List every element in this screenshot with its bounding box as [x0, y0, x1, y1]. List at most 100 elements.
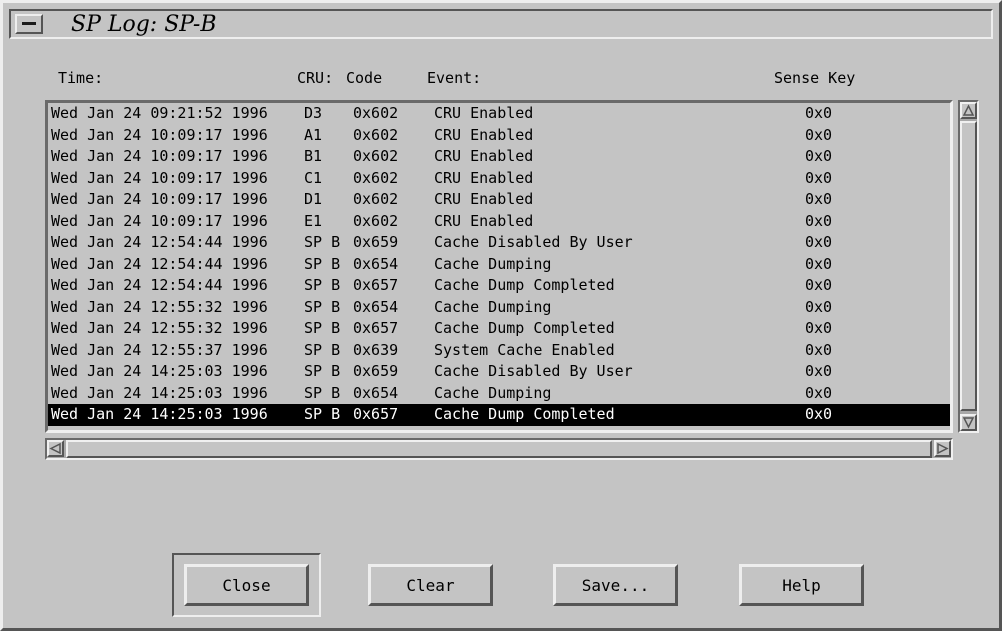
column-header-time: Time: — [58, 69, 104, 87]
window-title: SP Log: SP-B — [71, 12, 217, 37]
log-cell-time: Wed Jan 24 12:54:44 1996 — [51, 276, 268, 294]
log-list[interactable]: Wed Jan 24 09:21:52 1996 D3 0x602 CRU Enabl… — [45, 100, 953, 433]
horizontal-scrollbar[interactable] — [45, 438, 953, 460]
log-cell-cru: SP B — [304, 362, 341, 380]
log-cell-event: CRU Enabled — [434, 125, 534, 144]
log-cell-event: Cache Disabled By User — [434, 362, 633, 380]
log-cell-time: Wed Jan 24 14:25:03 1996 — [51, 405, 268, 423]
log-cell-time: Wed Jan 24 12:54:44 1996 — [51, 254, 268, 273]
log-cell-time: Wed Jan 24 14:25:03 1996 — [51, 383, 268, 402]
log-cell-sense: 0x0 — [805, 233, 833, 251]
log-cell-cru: C1 — [304, 168, 323, 187]
column-header-sense-key: Sense Key — [774, 69, 856, 87]
log-row[interactable]: Wed Jan 24 14:25:03 1996 SP B 0x657 Cache D… — [48, 404, 950, 426]
log-cell-cru: B1 — [304, 147, 323, 165]
log-cell-cru: A1 — [304, 125, 323, 144]
log-cell-time: Wed Jan 24 14:25:03 1996 — [51, 362, 268, 380]
log-row[interactable]: Wed Jan 24 10:09:17 1996 A1 0x602 CRU Enabl… — [48, 125, 950, 147]
log-row[interactable]: Wed Jan 24 14:25:03 1996 SP B 0x654 Cache D… — [48, 383, 950, 405]
log-cell-cru: SP B — [304, 233, 341, 251]
log-cell-event: Cache Disabled By User — [434, 233, 633, 251]
log-cell-code: 0x602 — [353, 168, 399, 187]
log-cell-sense: 0x0 — [805, 254, 833, 273]
log-cell-code: 0x639 — [353, 340, 399, 359]
log-cell-time: Wed Jan 24 09:21:52 1996 — [51, 104, 268, 122]
arrow-right-icon[interactable] — [934, 440, 951, 457]
log-row[interactable]: Wed Jan 24 12:54:44 1996 SP B 0x654 Cache D… — [48, 254, 950, 276]
log-cell-code: 0x654 — [353, 254, 399, 273]
help-button[interactable]: Help — [739, 564, 864, 606]
log-cell-code: 0x602 — [353, 104, 399, 122]
log-cell-cru: SP B — [304, 383, 341, 402]
arrow-up-icon[interactable] — [960, 102, 977, 119]
log-row[interactable]: Wed Jan 24 10:09:17 1996 D1 0x602 CRU Enabl… — [48, 189, 950, 211]
log-cell-cru: SP B — [304, 254, 341, 273]
log-row[interactable]: Wed Jan 24 09:21:52 1996 D3 0x602 CRU Enabl… — [48, 103, 950, 125]
log-cell-time: Wed Jan 24 12:55:32 1996 — [51, 297, 268, 316]
log-cell-event: Cache Dump Completed — [434, 405, 615, 423]
log-cell-code: 0x654 — [353, 383, 399, 402]
log-cell-sense: 0x0 — [805, 211, 833, 230]
title-bar[interactable]: SP Log: SP-B — [9, 9, 993, 39]
log-cell-cru: SP B — [304, 276, 341, 294]
column-header-code: Code — [346, 69, 383, 87]
log-cell-time: Wed Jan 24 10:09:17 1996 — [51, 168, 268, 187]
log-cell-code: 0x602 — [353, 211, 399, 230]
column-header-event: Event: — [427, 69, 482, 87]
log-cell-time: Wed Jan 24 10:09:17 1996 — [51, 211, 268, 230]
log-cell-code: 0x654 — [353, 297, 399, 316]
log-cell-sense: 0x0 — [805, 125, 833, 144]
log-cell-time: Wed Jan 24 10:09:17 1996 — [51, 125, 268, 144]
log-cell-sense: 0x0 — [805, 405, 833, 423]
log-cell-sense: 0x0 — [805, 297, 833, 316]
log-cell-event: CRU Enabled — [434, 147, 534, 165]
log-cell-sense: 0x0 — [805, 319, 833, 337]
vertical-scroll-thumb[interactable] — [960, 121, 977, 411]
window-menu-icon[interactable] — [15, 14, 43, 34]
log-cell-sense: 0x0 — [805, 383, 833, 402]
arrow-down-icon[interactable] — [960, 414, 977, 431]
log-row[interactable]: Wed Jan 24 12:54:44 1996 SP B 0x657 Cache D… — [48, 275, 950, 297]
log-cell-cru: D3 — [304, 104, 323, 122]
log-row[interactable]: Wed Jan 24 12:55:32 1996 SP B 0x657 Cache D… — [48, 318, 950, 340]
log-cell-sense: 0x0 — [805, 276, 833, 294]
column-header-cru: CRU: — [297, 69, 334, 87]
log-cell-cru: SP B — [304, 340, 341, 359]
log-row[interactable]: Wed Jan 24 12:54:44 1996 SP B 0x659 Cache D… — [48, 232, 950, 254]
log-row[interactable]: Wed Jan 24 12:55:32 1996 SP B 0x654 Cache D… — [48, 297, 950, 319]
log-cell-event: CRU Enabled — [434, 190, 534, 208]
log-cell-sense: 0x0 — [805, 362, 833, 380]
vertical-scrollbar[interactable] — [958, 100, 979, 433]
log-cell-cru: E1 — [304, 211, 323, 230]
log-cell-code: 0x657 — [353, 405, 399, 423]
log-cell-time: Wed Jan 24 12:54:44 1996 — [51, 233, 268, 251]
log-row[interactable]: Wed Jan 24 10:09:17 1996 C1 0x602 CRU Enabl… — [48, 168, 950, 190]
log-cell-event: Cache Dump Completed — [434, 319, 615, 337]
horizontal-scroll-thumb[interactable] — [66, 440, 932, 458]
log-cell-cru: D1 — [304, 190, 323, 208]
save-button[interactable]: Save... — [553, 564, 678, 606]
log-row[interactable]: Wed Jan 24 10:09:17 1996 E1 0x602 CRU Enabl… — [48, 211, 950, 233]
log-cell-sense: 0x0 — [805, 147, 833, 165]
log-row[interactable]: Wed Jan 24 12:55:37 1996 SP B 0x639 System … — [48, 340, 950, 362]
log-cell-code: 0x659 — [353, 233, 399, 251]
log-cell-event: CRU Enabled — [434, 104, 534, 122]
log-cell-event: Cache Dumping — [434, 254, 552, 273]
log-cell-cru: SP B — [304, 319, 341, 337]
log-cell-sense: 0x0 — [805, 340, 833, 359]
log-cell-event: Cache Dumping — [434, 383, 552, 402]
log-cell-event: System Cache Enabled — [434, 340, 615, 359]
log-cell-code: 0x657 — [353, 276, 399, 294]
arrow-left-icon[interactable] — [47, 440, 64, 457]
log-cell-code: 0x602 — [353, 190, 399, 208]
log-cell-time: Wed Jan 24 12:55:32 1996 — [51, 319, 268, 337]
log-cell-sense: 0x0 — [805, 168, 833, 187]
clear-button[interactable]: Clear — [368, 564, 493, 606]
log-row[interactable]: Wed Jan 24 14:25:03 1996 SP B 0x659 Cache D… — [48, 361, 950, 383]
log-cell-cru: SP B — [304, 405, 341, 423]
sp-log-window: SP Log: SP-B Time: CRU: Code Event: Sens… — [0, 0, 1002, 631]
log-row[interactable]: Wed Jan 24 10:09:17 1996 B1 0x602 CRU Enabl… — [48, 146, 950, 168]
log-cell-code: 0x602 — [353, 147, 399, 165]
log-cell-event: CRU Enabled — [434, 168, 534, 187]
close-button[interactable]: Close — [184, 564, 309, 606]
